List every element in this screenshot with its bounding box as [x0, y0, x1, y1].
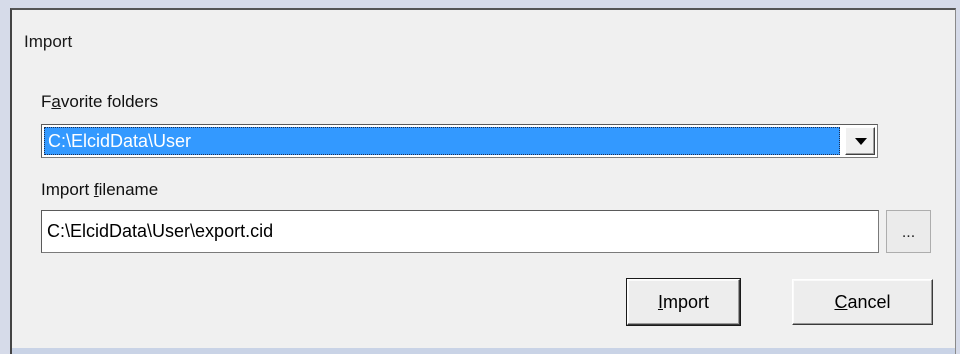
- cancel-button[interactable]: Cancel: [792, 279, 933, 325]
- window-background: Import Favorite folders C:\ElcidData\Use…: [0, 0, 960, 354]
- favorite-folders-label-mnemonic: a: [51, 92, 61, 111]
- browse-button[interactable]: ...: [886, 210, 931, 253]
- favorite-folders-dropdown[interactable]: C:\ElcidData\User: [41, 124, 878, 158]
- cancel-button-label: Cancel: [834, 280, 890, 324]
- import-filename-input[interactable]: C:\ElcidData\User\export.cid: [41, 210, 879, 253]
- favorite-folders-label-rest: vorite folders: [60, 92, 159, 111]
- import-button-rest: mport: [663, 292, 710, 312]
- import-filename-label-rest: ilename: [98, 180, 159, 199]
- dropdown-arrow-button[interactable]: [845, 127, 875, 155]
- favorite-folders-label-prefix: F: [41, 92, 52, 111]
- cancel-button-rest: ancel: [847, 292, 891, 312]
- chevron-down-icon: [855, 138, 867, 145]
- import-filename-label: Import filename: [41, 180, 158, 200]
- import-filename-label-prefix: Import: [41, 180, 94, 199]
- favorite-folders-selected-value[interactable]: C:\ElcidData\User: [44, 127, 840, 155]
- cancel-button-mnemonic: C: [834, 292, 848, 312]
- import-button-label: Import: [658, 280, 709, 324]
- dialog-bottom-edge: [12, 348, 955, 354]
- favorite-folders-label: Favorite folders: [41, 92, 158, 112]
- import-button[interactable]: Import: [626, 278, 741, 326]
- dialog-title: Import: [24, 32, 73, 51]
